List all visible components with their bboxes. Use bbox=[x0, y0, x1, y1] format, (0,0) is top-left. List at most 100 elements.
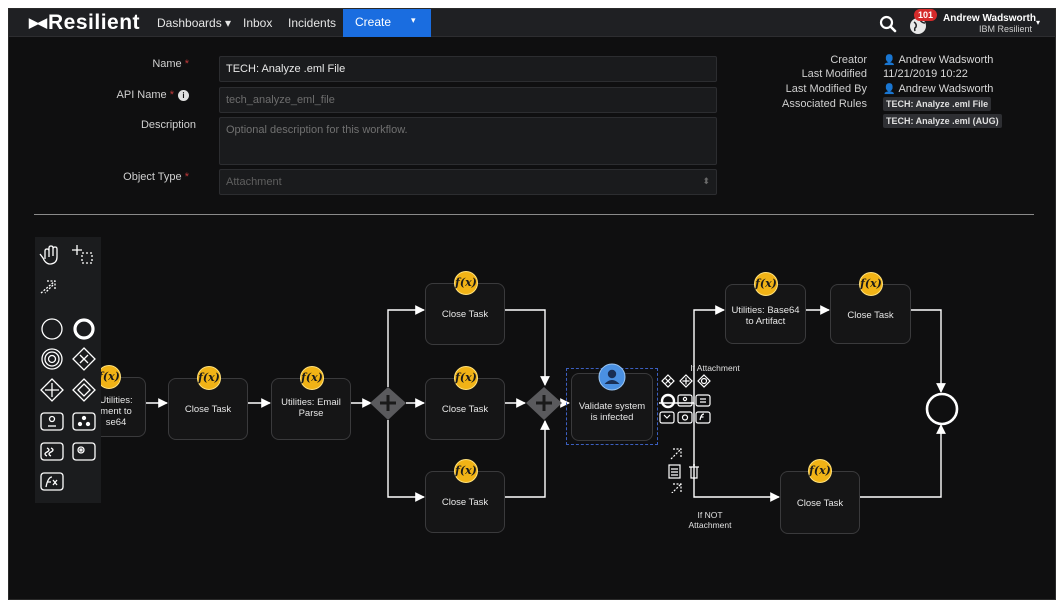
append-message-task-icon[interactable] bbox=[677, 411, 693, 424]
tool-palette bbox=[35, 237, 101, 503]
required-mark: * bbox=[184, 171, 189, 183]
last-modified-by-label: Last Modified By bbox=[785, 83, 867, 95]
last-modified-by-name: Andrew Wadsworth bbox=[898, 83, 994, 95]
nav-create-label: Create bbox=[355, 15, 392, 29]
trash-icon[interactable] bbox=[689, 464, 699, 479]
task-label-line: Utilities: Email bbox=[281, 397, 341, 408]
user-task-icon[interactable] bbox=[40, 412, 64, 431]
function-icon: f(x) bbox=[197, 366, 221, 390]
task-label-line: Parse bbox=[298, 408, 324, 419]
start-event-icon[interactable] bbox=[41, 318, 63, 340]
flow-label-if-attachment: If Attachment bbox=[690, 363, 740, 373]
append-end-event-icon[interactable] bbox=[660, 393, 676, 409]
subprocess-icon[interactable] bbox=[72, 412, 96, 431]
intermediate-event-icon[interactable] bbox=[41, 348, 63, 370]
function-icon: f(x) bbox=[754, 272, 778, 296]
description-textarea[interactable]: Optional description for this workflow. bbox=[219, 117, 717, 165]
task-label-line: Validate system bbox=[578, 401, 646, 412]
sequence-flow[interactable] bbox=[505, 309, 550, 386]
nav-inbox[interactable]: Inbox bbox=[243, 16, 272, 30]
creator-label: Creator bbox=[830, 54, 867, 66]
nav-create-button[interactable]: Create ▾ bbox=[343, 9, 431, 37]
resilient-logo[interactable]: ▶◀ Resilient bbox=[29, 11, 140, 35]
app-window: ▶◀ Resilient Dashboards ▾ Inbox Incidents… bbox=[8, 8, 1056, 600]
task-label: Close Task bbox=[441, 309, 489, 320]
append-timer-task-icon[interactable] bbox=[659, 411, 675, 424]
task-label: Close Task bbox=[441, 497, 489, 508]
creator-name: Andrew Wadsworth bbox=[898, 54, 994, 66]
exclusive-gateway-icon[interactable] bbox=[72, 347, 96, 371]
sequence-flow[interactable] bbox=[505, 420, 550, 498]
object-type-label: Object Type * bbox=[69, 171, 189, 183]
workflow-canvas[interactable]: f(x) Utilities: ment to se64 f(x) Close Ta… bbox=[9, 215, 1055, 599]
flow-label-line: Attachment bbox=[688, 520, 732, 530]
append-user-task-icon[interactable] bbox=[677, 394, 693, 407]
end-event[interactable] bbox=[925, 392, 959, 426]
api-name-label-text: API Name bbox=[116, 89, 167, 101]
task-label: Validate system is infected bbox=[571, 401, 653, 423]
sequence-flow[interactable] bbox=[911, 309, 946, 393]
user-task-icon bbox=[598, 363, 626, 391]
name-label-text: Name bbox=[152, 58, 182, 70]
chevron-down-icon[interactable]: ▾ bbox=[1036, 18, 1040, 27]
nav-incidents[interactable]: Incidents bbox=[288, 16, 336, 30]
user-icon: 👤 bbox=[883, 55, 896, 66]
info-icon[interactable]: i bbox=[178, 90, 189, 101]
append-parallel-gateway-icon[interactable] bbox=[679, 374, 693, 388]
task-label: Close Task bbox=[441, 404, 489, 415]
task-label-line: is infected bbox=[590, 412, 634, 423]
rule-tag[interactable]: TECH: Analyze .eml File bbox=[883, 97, 992, 111]
nav-dashboards[interactable]: Dashboards ▾ bbox=[157, 16, 231, 30]
script-task-icon[interactable] bbox=[40, 442, 64, 461]
required-mark: * bbox=[169, 89, 174, 101]
object-type-value: Attachment bbox=[226, 176, 282, 188]
task-label: Close Task bbox=[847, 310, 894, 321]
rule-tag[interactable]: TECH: Analyze .eml (AUG) bbox=[883, 114, 1002, 128]
connect-icon[interactable] bbox=[670, 448, 682, 460]
notification-count-badge: 101 bbox=[914, 9, 938, 21]
context-pad bbox=[659, 374, 711, 493]
api-name-input[interactable]: tech_analyze_eml_file bbox=[219, 87, 717, 113]
top-navigation: ▶◀ Resilient Dashboards ▾ Inbox Incidents… bbox=[9, 9, 1055, 37]
reroute-icon[interactable] bbox=[669, 483, 682, 493]
chevron-down-icon: ▾ bbox=[411, 15, 416, 25]
sequence-flow[interactable] bbox=[387, 305, 425, 387]
edit-icon[interactable] bbox=[668, 464, 681, 479]
function-task-icon[interactable] bbox=[40, 472, 64, 491]
sequence-flow[interactable] bbox=[860, 424, 946, 498]
function-icon: f(x) bbox=[808, 459, 832, 483]
append-event-gateway-icon[interactable] bbox=[697, 374, 711, 388]
parallel-gateway-icon[interactable] bbox=[40, 378, 64, 402]
last-modified-by-value[interactable]: 👤 Andrew Wadsworth bbox=[883, 83, 993, 95]
connector-layer bbox=[146, 305, 959, 502]
search-icon[interactable] bbox=[879, 15, 897, 33]
name-input[interactable]: TECH: Analyze .eml File bbox=[219, 56, 717, 82]
function-icon: f(x) bbox=[454, 459, 478, 483]
append-exclusive-gateway-icon[interactable] bbox=[661, 374, 675, 388]
hand-tool-icon[interactable] bbox=[39, 245, 58, 265]
parallel-gateway[interactable] bbox=[526, 387, 562, 420]
end-event-icon[interactable] bbox=[73, 318, 95, 340]
last-modified-value: 11/21/2019 10:22 bbox=[883, 68, 968, 80]
append-script-task-icon[interactable] bbox=[695, 394, 711, 407]
service-task-icon[interactable] bbox=[72, 442, 96, 461]
task-label-line: to Artifact bbox=[745, 316, 786, 327]
creator-value[interactable]: 👤 Andrew Wadsworth bbox=[883, 54, 993, 66]
append-function-task-icon[interactable] bbox=[695, 411, 711, 424]
object-type-select[interactable]: Attachment ⬍ bbox=[219, 169, 717, 195]
associated-rules-label: Associated Rules bbox=[782, 98, 867, 110]
task-label: Utilities: Base64 to Artifact bbox=[725, 305, 806, 327]
flow-label-if-not-attachment: If NOT Attachment bbox=[679, 510, 741, 530]
function-icon: f(x) bbox=[454, 366, 478, 390]
user-name[interactable]: Andrew Wadsworth bbox=[943, 13, 1036, 24]
task-label-line: Utilities: Base64 bbox=[731, 305, 800, 316]
user-icon: 👤 bbox=[883, 84, 896, 95]
event-gateway-icon[interactable] bbox=[72, 378, 96, 402]
sequence-flow[interactable] bbox=[387, 420, 425, 502]
parallel-gateway[interactable] bbox=[370, 387, 406, 420]
user-org: IBM Resilient bbox=[979, 24, 1033, 34]
lasso-tool-icon[interactable] bbox=[72, 245, 93, 264]
connect-tool-icon[interactable] bbox=[40, 280, 56, 294]
last-modified-label: Last Modified bbox=[801, 68, 867, 80]
flow-label-line: If NOT bbox=[697, 510, 723, 520]
